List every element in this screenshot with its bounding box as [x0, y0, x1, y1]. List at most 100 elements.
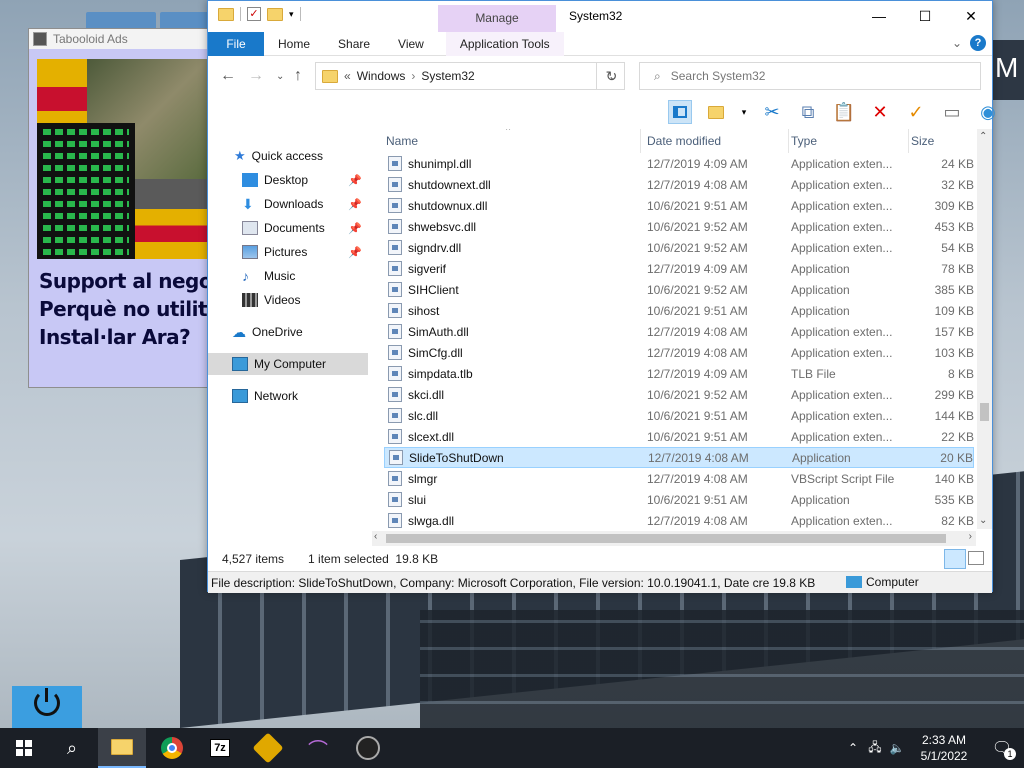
rename-icon[interactable]: ✓ [904, 100, 928, 124]
copy-icon[interactable]: ⧉ [796, 100, 820, 124]
taskbar-kali[interactable]: ⌒ [294, 728, 342, 768]
titlebar[interactable]: ✓ ▾ Manage System32 — ☐ ✕ [208, 1, 992, 32]
nav-videos[interactable]: Videos [208, 289, 368, 311]
table-row[interactable]: slcext.dll 10/6/2021 9:51 AM Application e… [384, 426, 974, 447]
tab-application-tools[interactable]: Application Tools [445, 31, 564, 56]
scroll-left-icon[interactable]: ‹ [374, 531, 377, 542]
tab-manage[interactable]: Manage [438, 5, 556, 32]
tiles-view-icon[interactable] [968, 551, 984, 565]
nav-network[interactable]: Network [208, 385, 368, 407]
tab-file[interactable]: File [208, 31, 264, 56]
customize-qat-icon[interactable]: ▾ [289, 9, 294, 20]
network-icon[interactable]: 🖧 [864, 738, 886, 759]
breadcrumb-windows[interactable]: Windows [357, 69, 406, 83]
nav-downloads[interactable]: ⬇ Downloads 📌 [208, 193, 368, 215]
forward-icon[interactable]: → [248, 67, 264, 85]
table-row[interactable]: slwga.dll 12/7/2019 4:08 AM Application ex… [384, 510, 974, 531]
table-row[interactable]: SimAuth.dll 12/7/2019 4:08 AM Application … [384, 321, 974, 342]
column-date-modified[interactable]: Date modified [645, 129, 789, 153]
breadcrumb-system32[interactable]: System32 [421, 69, 474, 83]
pin-icon[interactable]: 📌 [348, 246, 362, 259]
scroll-thumb[interactable] [980, 403, 989, 421]
preview-pane-icon[interactable] [668, 100, 692, 124]
ads-image[interactable] [37, 59, 209, 259]
dropdown-icon[interactable]: ▾ [740, 100, 748, 124]
table-row[interactable]: slc.dll 10/6/2021 9:51 AM Application exte… [384, 405, 974, 426]
ads-text[interactable]: Support al negoci Perquè no utilitza Ins… [39, 267, 211, 351]
table-row[interactable]: sigverif 12/7/2019 4:09 AM Application 78 K… [384, 258, 974, 279]
start-button[interactable] [0, 728, 48, 768]
table-row[interactable]: signdrv.dll 10/6/2021 9:52 AM Application … [384, 237, 974, 258]
nav-music[interactable]: ♪ Music [208, 265, 368, 287]
back-icon[interactable]: ← [220, 67, 236, 85]
table-row[interactable]: shutdownext.dll 12/7/2019 4:08 AM Applicat… [384, 174, 974, 195]
minimize-button[interactable]: — [856, 1, 902, 31]
scroll-right-icon[interactable]: › [969, 531, 972, 542]
table-row[interactable]: shwebsvc.dll 10/6/2021 9:52 AM Application… [384, 216, 974, 237]
table-row[interactable]: skci.dll 10/6/2021 9:52 AM Application ext… [384, 384, 974, 405]
expand-ribbon-icon[interactable]: ⌄ [952, 36, 962, 50]
column-type[interactable]: Type [789, 129, 909, 153]
refresh-button[interactable]: ↻ [596, 62, 626, 90]
ads-window[interactable]: Tabooloid Ads Support al negoci Perquè n… [28, 28, 211, 388]
volume-icon[interactable]: 🔈 [886, 741, 908, 755]
scroll-thumb[interactable] [386, 534, 946, 543]
properties-icon[interactable] [704, 100, 728, 124]
file-list[interactable]: ^ Name Date modified Type Size shunimpl.… [384, 129, 974, 533]
tab-share[interactable]: Share [324, 32, 384, 56]
vertical-scrollbar[interactable]: ⌃ ⌄ [977, 129, 992, 529]
tab-home[interactable]: Home [264, 32, 324, 56]
ads-titlebar[interactable]: Tabooloid Ads [29, 29, 209, 49]
search-box[interactable]: ⌕ Search System32 [639, 62, 981, 90]
table-row[interactable]: SlideToShutDown 12/7/2019 4:08 AM Applicat… [384, 447, 974, 468]
nav-onedrive[interactable]: ☁ OneDrive [208, 321, 368, 343]
paste-icon[interactable]: 📋 [832, 100, 856, 124]
search-input[interactable]: Search System32 [671, 69, 766, 83]
properties-icon[interactable]: ✓ [247, 7, 261, 21]
table-row[interactable]: simpdata.tlb 12/7/2019 4:09 AM TLB File 8 K… [384, 363, 974, 384]
clock[interactable]: 2:33 AM 5/1/2022 [908, 732, 980, 764]
table-row[interactable]: SIHClient 10/6/2021 9:52 AM Application 385… [384, 279, 974, 300]
details-view-icon[interactable] [944, 549, 966, 569]
maximize-button[interactable]: ☐ [902, 1, 948, 31]
file-explorer-window[interactable]: ✓ ▾ Manage System32 — ☐ ✕ File Home Shar… [207, 0, 996, 593]
power-icon[interactable] [12, 686, 82, 728]
table-row[interactable]: shutdownux.dll 10/6/2021 9:51 AM Applicati… [384, 195, 974, 216]
show-hidden-icons-icon[interactable]: ⌃ [842, 741, 864, 755]
help-icon[interactable]: ? [970, 35, 986, 51]
up-icon[interactable]: ↑ [294, 67, 302, 85]
taskbar-chrome[interactable] [148, 728, 196, 768]
nav-pictures[interactable]: Pictures 📌 [208, 241, 368, 263]
new-folder-icon[interactable] [267, 7, 283, 21]
nav-documents[interactable]: Documents 📌 [208, 217, 368, 239]
taskbar-linux-app[interactable] [344, 728, 392, 768]
notifications-icon[interactable]: 🗨 1 [980, 738, 1024, 760]
pin-icon[interactable]: 📌 [348, 198, 362, 211]
column-name[interactable]: Name [384, 129, 641, 153]
pin-icon[interactable]: 📌 [348, 222, 362, 235]
scroll-down-icon[interactable]: ⌄ [979, 515, 987, 526]
delete-icon[interactable]: ✕ [868, 100, 892, 124]
nav-my-computer[interactable]: My Computer [208, 353, 368, 375]
recent-locations-icon[interactable]: ⌄ [276, 71, 284, 82]
column-size[interactable]: Size [909, 129, 974, 153]
table-row[interactable]: SimCfg.dll 12/7/2019 4:08 AM Application e… [384, 342, 974, 363]
taskbar-keepass[interactable] [244, 728, 292, 768]
taskbar-7zip[interactable]: 7z [196, 728, 244, 768]
address-bar[interactable]: « Windows › System32 ⌄ [315, 62, 625, 90]
table-row[interactable]: slui 10/6/2021 9:51 AM Application 535 KB [384, 489, 974, 510]
cut-icon[interactable]: ✂ [760, 100, 784, 124]
nav-desktop[interactable]: Desktop 📌 [208, 169, 368, 191]
taskbar-file-explorer[interactable] [98, 728, 146, 768]
close-button[interactable]: ✕ [948, 1, 994, 31]
nav-quick-access[interactable]: ★ Quick access [208, 145, 368, 167]
table-row[interactable]: sihost 10/6/2021 9:51 AM Application 109 KB [384, 300, 974, 321]
network-globe-icon[interactable]: ◉ [976, 100, 1000, 124]
horizontal-scrollbar[interactable]: ‹ › [372, 531, 976, 546]
tab-view[interactable]: View [384, 32, 438, 56]
scroll-up-icon[interactable]: ⌃ [979, 131, 987, 142]
search-icon[interactable]: ⌕ [48, 728, 96, 768]
select-icon[interactable]: ▭ [940, 100, 964, 124]
pin-icon[interactable]: 📌 [348, 174, 362, 187]
table-row[interactable]: shunimpl.dll 12/7/2019 4:09 AM Application… [384, 153, 974, 174]
